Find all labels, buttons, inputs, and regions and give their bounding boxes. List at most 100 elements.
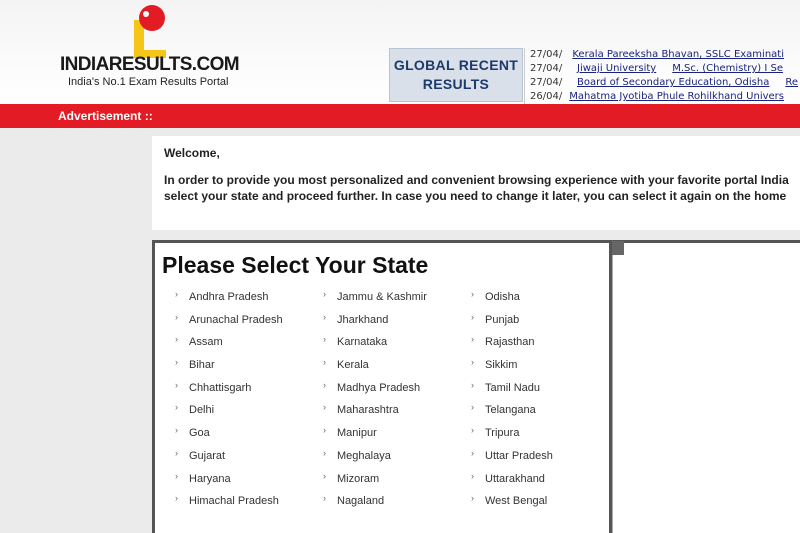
state-label: Chhattisgarh [189, 381, 252, 394]
ticker-date: 27/04/ [530, 63, 563, 74]
site-logo[interactable]: INDIARESULTS.COM India's No.1 Exam Resul… [60, 0, 250, 100]
ticker-org-link[interactable]: Mahatma Jyotiba Phule Rohilkhand Univers [569, 90, 784, 104]
state-label: Mizoram [337, 472, 380, 485]
state-column: › Odisha › Punjab › Rajasthan › Sikkim › Tami… [471, 289, 553, 518]
state-link[interactable]: › Uttarakhand [471, 470, 553, 496]
welcome-line: select your state and proceed further. I… [164, 189, 787, 203]
chevron-right-icon: › [471, 470, 474, 481]
chevron-right-icon: › [471, 447, 474, 458]
state-link[interactable]: › Uttar Pradesh [471, 447, 553, 473]
state-label: Maharashtra [337, 404, 399, 417]
state-label: West Bengal [485, 495, 548, 508]
state-label: Jharkhand [337, 313, 389, 326]
logo-text: INDIARESULTS.COM [60, 54, 240, 75]
results-ticker: 27/04/ Kerala Pareeksha Bhavan, SSLC Exa… [524, 48, 800, 104]
chevron-right-icon: › [471, 402, 474, 413]
global-recent-results-box[interactable]: GLOBAL RECENT RESULTS [389, 48, 523, 102]
state-link[interactable]: › Himachal Pradesh [175, 493, 283, 518]
state-link[interactable]: › Madhya Pradesh [323, 379, 427, 405]
chevron-right-icon: › [471, 289, 474, 299]
chevron-right-icon: › [471, 493, 474, 504]
state-selector-title: Please Select Your State [162, 252, 429, 278]
state-label: Goa [189, 427, 210, 440]
state-link[interactable]: › Telangana [471, 402, 553, 427]
state-link[interactable]: › Haryana [175, 471, 283, 496]
state-link[interactable]: › Gujarat [175, 447, 283, 473]
state-link[interactable]: › Jammu & Kashmir [323, 289, 427, 314]
chevron-right-icon: › [471, 311, 474, 322]
state-link[interactable]: › Chhattisgarh [175, 380, 283, 405]
chevron-right-icon: › [323, 357, 326, 368]
ticker-date: 27/04/ [530, 49, 563, 60]
ticker-date: 27/04/ [530, 77, 563, 88]
chevron-right-icon: › [175, 425, 178, 436]
state-label: Rajasthan [485, 336, 535, 349]
state-link[interactable]: › Odisha [471, 289, 553, 314]
state-link[interactable]: › Sikkim [471, 357, 553, 382]
results-label: RESULTS [422, 76, 490, 92]
chevron-right-icon: › [323, 470, 326, 481]
state-link[interactable]: › Goa [175, 425, 283, 450]
ticker-course-link[interactable]: M.Sc. (Chemistry) I Se [672, 62, 783, 76]
state-link[interactable]: › Manipur [323, 425, 427, 450]
ticker-row: 27/04/ Jiwaji University M.Sc. (Chemistr… [525, 62, 800, 76]
advertisement-bar: Advertisement :: [0, 104, 800, 128]
ticker-org-link[interactable]: Jiwaji University [577, 62, 656, 76]
side-panel [612, 240, 800, 533]
chevron-right-icon: › [471, 357, 474, 368]
state-link[interactable]: › West Bengal [471, 493, 553, 518]
ticker-org-link[interactable]: Kerala Pareeksha Bhavan, SSLC Examinati [572, 48, 784, 62]
state-link[interactable]: › Nagaland [323, 493, 427, 518]
ticker-date: 26/04/ [530, 91, 563, 102]
chevron-right-icon: › [471, 379, 474, 390]
chevron-right-icon: › [323, 402, 326, 413]
state-label: Manipur [337, 427, 377, 440]
state-link[interactable]: › Assam [175, 334, 283, 359]
chevron-right-icon: › [175, 289, 178, 299]
state-label: Assam [189, 336, 223, 349]
welcome-message: In order to provide you most personalize… [164, 172, 800, 204]
state-label: Arunachal Pradesh [189, 313, 283, 326]
state-label: Tripura [485, 427, 520, 440]
state-label: Madhya Pradesh [337, 381, 421, 394]
state-label: Delhi [189, 404, 215, 417]
chevron-right-icon: › [175, 357, 178, 368]
state-link[interactable]: › Bihar [175, 357, 283, 382]
state-label: Gujarat [189, 449, 226, 462]
state-link[interactable]: › Mizoram [323, 470, 427, 496]
ticker-row: 27/04/ Board of Secondary Education, Odi… [525, 76, 800, 90]
welcome-title: Welcome, [164, 146, 220, 160]
state-link[interactable]: › Rajasthan [471, 334, 553, 359]
state-label: Sikkim [485, 359, 518, 372]
chevron-right-icon: › [323, 289, 326, 299]
state-label: Karnataka [337, 336, 388, 349]
ticker-course-link[interactable]: Re [785, 76, 798, 90]
state-label: Andhra Pradesh [189, 291, 269, 303]
ticker-org-link[interactable]: Board of Secondary Education, Odisha [577, 76, 769, 90]
chevron-right-icon: › [323, 379, 326, 390]
advertisement-label: Advertisement :: [58, 109, 153, 123]
state-label: Telangana [485, 404, 536, 417]
global-recent-label: GLOBAL RECENT [393, 57, 519, 73]
state-link[interactable]: › Karnataka [323, 334, 427, 359]
state-link[interactable]: › Tamil Nadu [471, 379, 553, 405]
chevron-right-icon: › [175, 334, 178, 345]
state-link[interactable]: › Tripura [471, 425, 553, 450]
state-label: Uttar Pradesh [485, 449, 553, 462]
state-link[interactable]: › Maharashtra [323, 402, 427, 427]
state-link[interactable]: › Meghalaya [323, 448, 427, 473]
state-link[interactable]: › Punjab [471, 311, 553, 337]
state-link[interactable]: › Delhi [175, 402, 283, 427]
state-label: Uttarakhand [485, 472, 545, 485]
chevron-right-icon: › [471, 425, 474, 436]
state-link[interactable]: › Arunachal Pradesh [175, 312, 283, 337]
scrollbar-thumb[interactable] [612, 241, 624, 255]
chevron-right-icon: › [175, 447, 178, 458]
state-link[interactable]: › Andhra Pradesh [175, 289, 283, 314]
state-link[interactable]: › Kerala [323, 357, 427, 382]
state-link[interactable]: › Jharkhand [323, 312, 427, 337]
ticker-row: 27/04/ Kerala Pareeksha Bhavan, SSLC Exa… [525, 48, 800, 62]
chevron-right-icon: › [323, 425, 326, 436]
chevron-right-icon: › [175, 402, 178, 413]
chevron-right-icon: › [323, 334, 326, 345]
